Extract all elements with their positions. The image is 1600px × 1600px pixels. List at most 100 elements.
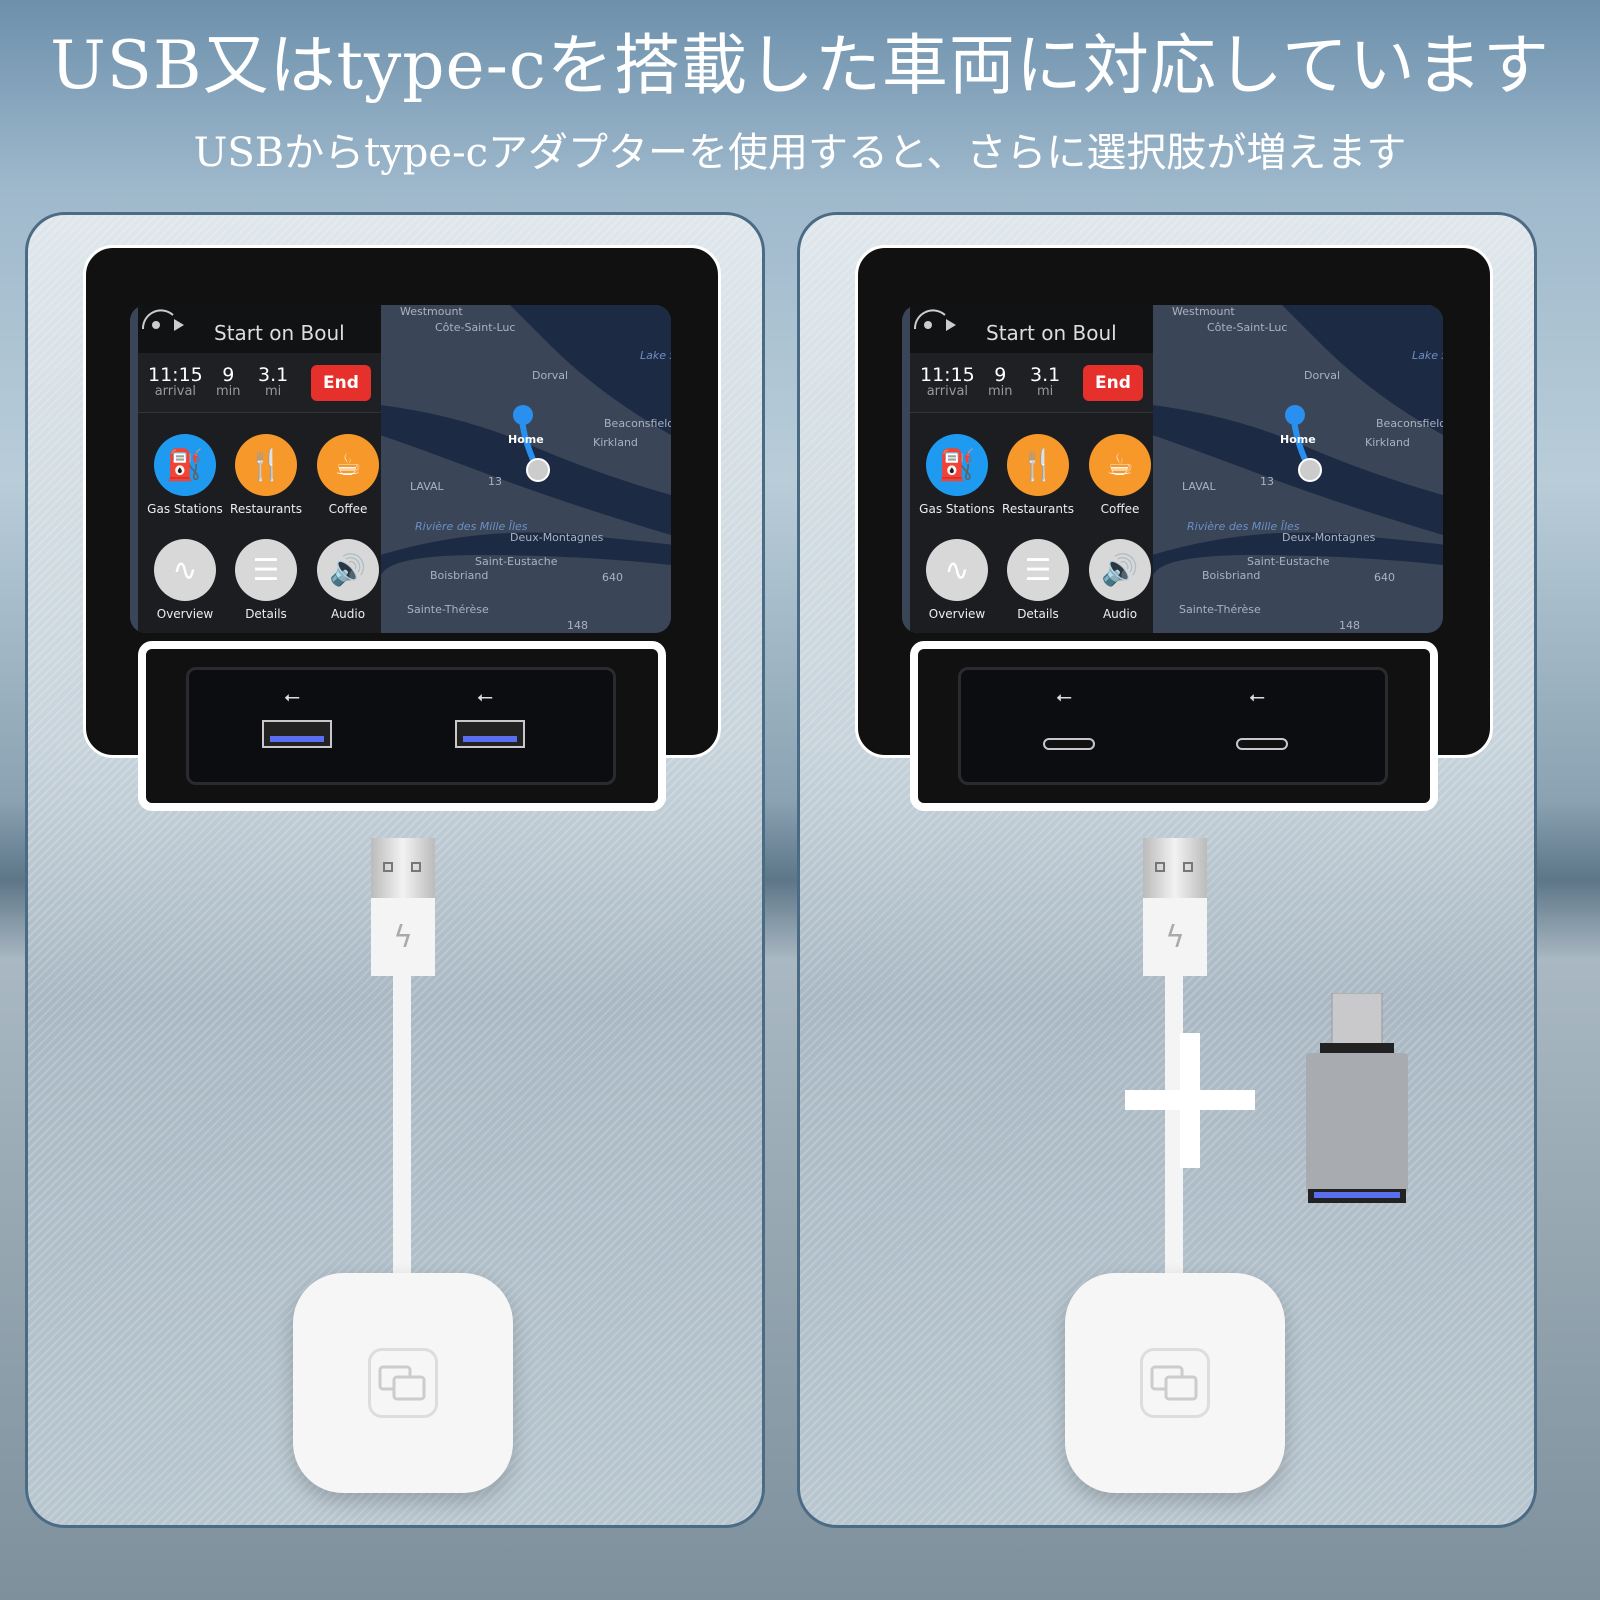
- route-icon: ∿: [944, 552, 970, 588]
- map-label: Boisbriand: [1202, 569, 1261, 582]
- arrival-time: 11:15: [148, 364, 203, 386]
- map-label: Sainte-Thérèse: [1179, 603, 1261, 616]
- button-label: Restaurants: [230, 502, 302, 516]
- screen-mirror-icon: [368, 1348, 438, 1418]
- instruction-text: Start on Boul: [986, 321, 1117, 345]
- map-label: Beaconsfield: [1376, 417, 1443, 430]
- minutes-value: 9: [222, 364, 235, 386]
- plus-sign-vertical: [1180, 1033, 1200, 1168]
- button-label: Audio: [1102, 607, 1138, 621]
- usb-symbol-icon: ⭠: [1056, 684, 1072, 708]
- cable: [393, 975, 411, 1275]
- minutes-label: min: [216, 384, 241, 399]
- usb-c-port: [1236, 738, 1288, 750]
- route-icon: ∿: [172, 552, 198, 588]
- distance-label: mi: [264, 384, 282, 399]
- button-label: Overview: [156, 607, 214, 621]
- minutes-label: min: [988, 384, 1013, 399]
- gas-pump-icon: ⛽: [166, 447, 204, 483]
- turn-arrow-icon: [141, 309, 184, 331]
- subheadline: USBからtype-cアダプターを使用すると、さらに選択肢が増えます: [193, 130, 1407, 176]
- map-label: Rivière des Mille Îles: [415, 520, 528, 533]
- button-label: Gas Stations: [919, 502, 995, 516]
- fork-knife-icon: 🍴: [1019, 447, 1057, 483]
- map-label: 13: [1260, 475, 1274, 488]
- map-label: Boisbriand: [430, 569, 489, 582]
- instruction-text: Start on Boul: [214, 321, 345, 345]
- usb-a-plug: ϟ: [371, 838, 435, 976]
- usb-symbol-icon: ⭠: [477, 684, 493, 708]
- coffee-cup-icon: ☕: [1106, 447, 1134, 483]
- usb-symbol-icon: ⭠: [284, 684, 300, 708]
- map-label: Beaconsfield: [604, 417, 671, 430]
- screen-mirror-icon: [1140, 1348, 1210, 1418]
- wireless-carplay-adapter: [293, 1273, 513, 1493]
- button-label: Overview: [928, 607, 986, 621]
- lightning-bolt-icon: ϟ: [371, 898, 435, 976]
- gas-stations-button[interactable]: ⛽: [154, 434, 216, 496]
- usb-symbol-icon: ⭠: [1249, 684, 1265, 708]
- port-recess: ⭠ ⭠: [958, 667, 1388, 785]
- wireless-carplay-adapter: [1065, 1273, 1285, 1493]
- restaurants-button[interactable]: 🍴: [1007, 434, 1069, 496]
- map-label: Saint-Eustache: [475, 555, 558, 568]
- map-label: Côte-Saint-Luc: [1207, 321, 1288, 334]
- end-button[interactable]: End: [311, 365, 371, 401]
- distance-stat: 3.1 mi: [1030, 365, 1060, 399]
- map-label: Home: [508, 433, 544, 446]
- usb-c-port: [1043, 738, 1095, 750]
- map-label: Saint-Eustache: [1247, 555, 1330, 568]
- coffee-button[interactable]: ☕: [1089, 434, 1151, 496]
- button-label: Audio: [330, 607, 366, 621]
- distance-value: 3.1: [1030, 364, 1061, 386]
- end-button[interactable]: End: [1083, 365, 1143, 401]
- coffee-button[interactable]: ☕: [317, 434, 379, 496]
- button-label: Restaurants: [1002, 502, 1074, 516]
- map-label: Kirkland: [593, 436, 638, 449]
- speaker-icon: 🔊: [1101, 552, 1139, 588]
- map-label: Lake Saint-Louis: [640, 349, 671, 362]
- minutes-value: 9: [994, 364, 1007, 386]
- minutes-stat: 9 min: [988, 365, 1013, 399]
- usb-a-port: [455, 720, 525, 748]
- speaker-icon: 🔊: [329, 552, 367, 588]
- audio-button[interactable]: 🔊: [1089, 539, 1151, 601]
- audio-button[interactable]: 🔊: [317, 539, 379, 601]
- map-label: LAVAL: [410, 480, 444, 493]
- details-button[interactable]: ☰: [235, 539, 297, 601]
- port-recess: ⭠ ⭠: [186, 667, 616, 785]
- carplay-screen: Westmount Côte-Saint-Luc Dorval Lake Saint-…: [130, 305, 671, 633]
- turn-arrow-icon: [913, 309, 956, 331]
- lightning-bolt-icon: ϟ: [1143, 898, 1207, 976]
- map-label: Lake Saint-Louis: [1412, 349, 1443, 362]
- navigation-card: Start on Boul 11:15 arrival 9 min 3.1 mi En…: [138, 305, 381, 633]
- list-icon: ☰: [252, 552, 280, 588]
- usb-a-vehicle-panel: Westmount Côte-Saint-Luc Dorval Lake Saint-…: [25, 212, 765, 1528]
- navigation-card: Start on Boul 11:15 arrival 9 min 3.1 mi En…: [910, 305, 1153, 633]
- arrival-time: 11:15: [920, 364, 975, 386]
- arrival-label: arrival: [154, 384, 197, 399]
- instruction-header: Start on Boul: [138, 305, 381, 353]
- instruction-header: Start on Boul: [910, 305, 1153, 353]
- gas-stations-button[interactable]: ⛽: [926, 434, 988, 496]
- button-label: Details: [245, 607, 287, 621]
- usb-c-vehicle-panel: Westmount Côte-Saint-Luc Dorval Lake Saint-…: [797, 212, 1537, 1528]
- map-label: Westmount: [400, 305, 463, 318]
- details-button[interactable]: ☰: [1007, 539, 1069, 601]
- map-label: 148: [567, 619, 588, 632]
- map-label: 640: [1374, 571, 1395, 584]
- headline: USB又はtype-cを搭載した車両に対応しています: [50, 27, 1550, 104]
- coffee-cup-icon: ☕: [334, 447, 362, 483]
- minutes-stat: 9 min: [216, 365, 241, 399]
- button-label: Coffee: [1100, 502, 1140, 516]
- map-label: 640: [602, 571, 623, 584]
- button-label: Gas Stations: [147, 502, 223, 516]
- arrival-stat: 11:15 arrival: [920, 365, 975, 399]
- fork-knife-icon: 🍴: [247, 447, 285, 483]
- restaurants-button[interactable]: 🍴: [235, 434, 297, 496]
- map-label: Sainte-Thérèse: [407, 603, 489, 616]
- overview-button[interactable]: ∿: [154, 539, 216, 601]
- overview-button[interactable]: ∿: [926, 539, 988, 601]
- distance-value: 3.1: [258, 364, 289, 386]
- usb-port-panel: ⭠ ⭠: [910, 641, 1438, 811]
